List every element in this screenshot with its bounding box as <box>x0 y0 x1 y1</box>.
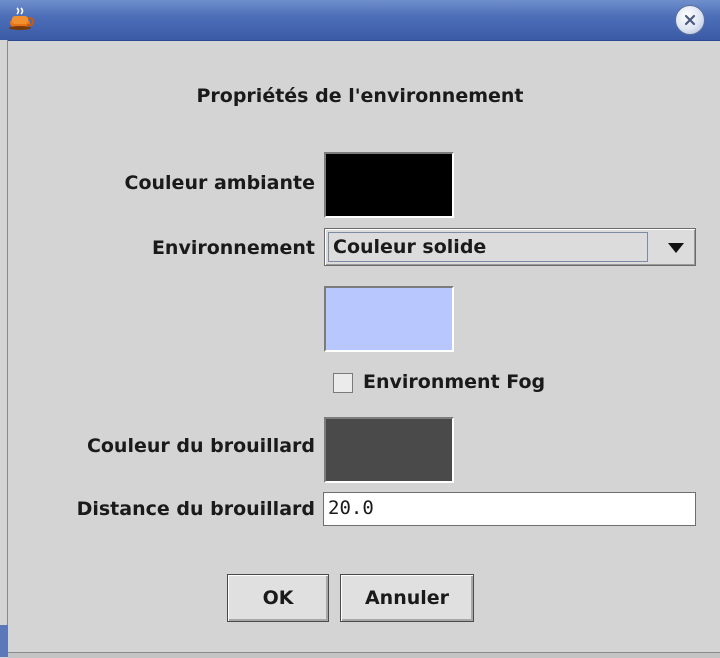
environment-color-swatch[interactable] <box>324 286 454 352</box>
chevron-down-icon <box>668 243 684 253</box>
close-button[interactable] <box>675 5 705 35</box>
environment-select[interactable]: Couleur solide <box>324 228 696 266</box>
java-cup-icon <box>9 7 35 30</box>
cancel-button[interactable]: Annuler <box>340 574 474 622</box>
ambient-color-swatch[interactable] <box>324 152 454 218</box>
environment-select-value: Couleur solide <box>333 236 487 258</box>
window-border-left <box>0 40 8 657</box>
ambient-color-label: Couleur ambiante <box>124 172 315 194</box>
title-bar[interactable] <box>0 0 720 41</box>
environment-fog-checkbox[interactable] <box>333 373 353 393</box>
close-icon <box>684 14 696 26</box>
dialog-window: Propriétés de l'environnement Couleur am… <box>0 0 720 658</box>
environment-label: Environnement <box>151 237 315 259</box>
fog-color-label: Couleur du brouillard <box>86 435 315 457</box>
fog-color-swatch[interactable] <box>324 417 454 483</box>
ok-button[interactable]: OK <box>227 574 329 622</box>
fog-distance-input[interactable]: 20.0 <box>323 492 696 526</box>
window-border-accent <box>0 625 8 657</box>
environment-fog-label[interactable]: Environment Fog <box>363 371 545 393</box>
window-border-bottom <box>8 652 720 658</box>
fog-distance-label: Distance du brouillard <box>76 498 315 520</box>
dialog-heading: Propriétés de l'environnement <box>196 85 524 107</box>
